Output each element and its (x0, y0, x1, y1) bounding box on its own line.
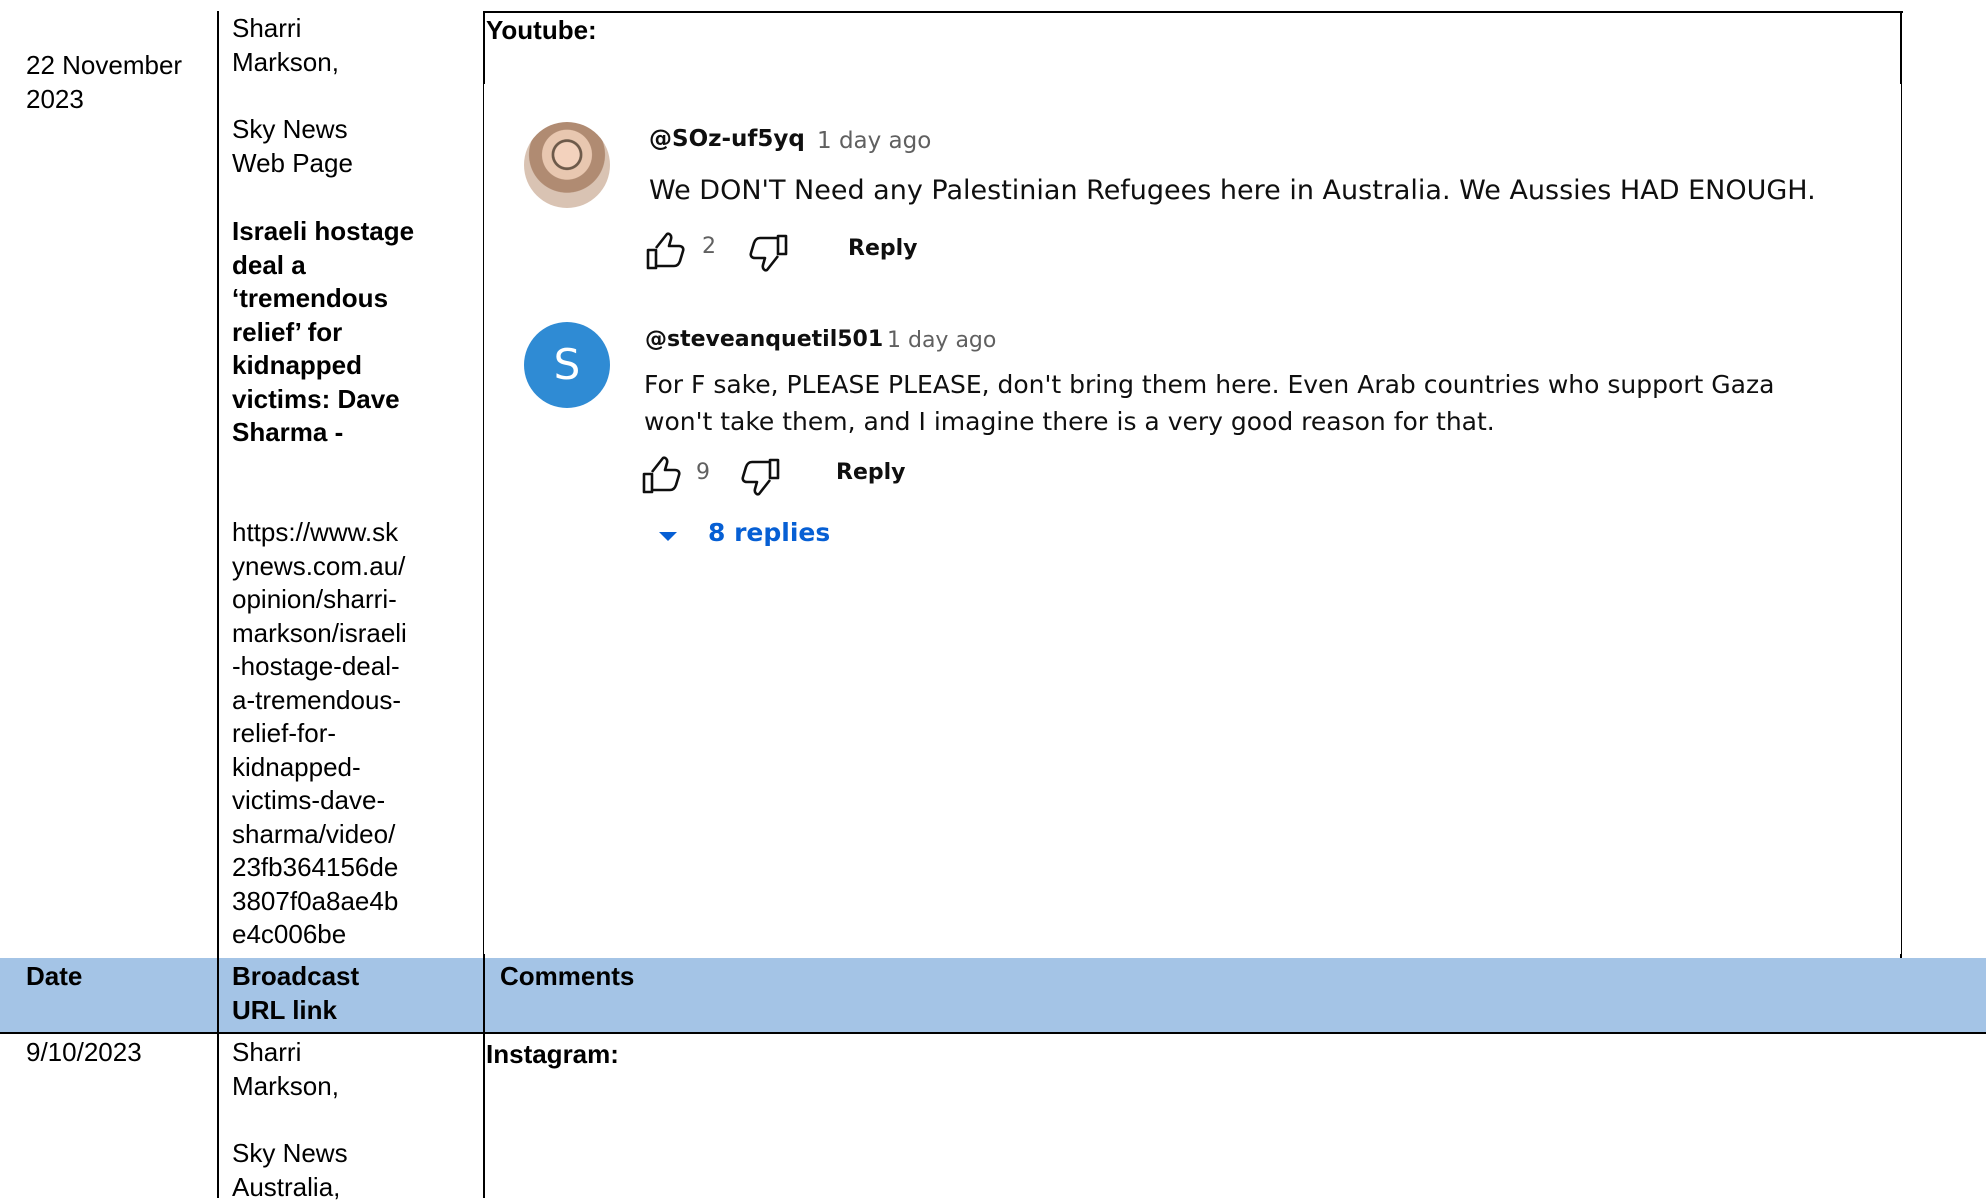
url-line: opinion/sharri- (232, 583, 477, 617)
url-line: -hostage-deal- (232, 650, 477, 684)
header-broadcast-line: URL link (232, 994, 359, 1028)
row2-outlet: Sky News Australia, (232, 1137, 348, 1204)
thumbs-down-icon[interactable] (740, 456, 782, 496)
row2-platform-label: Instagram: (486, 1038, 619, 1072)
header-broadcast-line: Broadcast (232, 960, 359, 994)
document-page: 22 November 2023 Sharri Markson, Sky New… (0, 0, 1986, 1198)
row1-outlet: Sky News Web Page (232, 113, 392, 180)
comment-handle[interactable]: @SOz-uf5yq (649, 126, 805, 152)
header-comments: Comments (500, 960, 634, 994)
row2-presenter-line: Sharri (232, 1036, 339, 1070)
url-line: relief-for- (232, 717, 477, 751)
table-header-row: Date Broadcast URL link Comments (0, 958, 1986, 1033)
row2-presenter-line: Markson, (232, 1070, 339, 1104)
row1-presenter: Sharri Markson, (232, 12, 392, 79)
comment-text: For F sake, PLEASE PLEASE, don't bring t… (644, 366, 1774, 440)
url-line: markson/israeli (232, 617, 477, 651)
reply-button[interactable]: Reply (848, 236, 918, 261)
url-line: https://www.sk (232, 516, 477, 550)
row2-date: 9/10/2023 (26, 1036, 142, 1070)
comment-text-line: won't take them, and I imagine there is … (644, 403, 1774, 440)
row1-url[interactable]: https://www.sk ynews.com.au/ opinion/sha… (232, 516, 477, 952)
row1-headline: Israeli hostage deal a ‘tremendous relie… (232, 215, 427, 450)
youtube-comments-screenshot: @SOz-uf5yq 1 day ago We DON'T Need any P… (484, 84, 1901, 954)
url-line: 23fb364156de (232, 851, 477, 885)
view-replies-button[interactable]: 8 replies (708, 518, 830, 547)
url-line: e4c006be (232, 918, 477, 952)
like-count: 2 (702, 234, 716, 259)
header-date: Date (26, 960, 82, 994)
header-divider-1 (217, 958, 219, 1033)
row2-outlet-line: Sky News (232, 1137, 348, 1171)
like-count: 9 (696, 460, 710, 485)
thumbs-down-icon[interactable] (748, 232, 790, 272)
url-line: sharma/video/ (232, 818, 477, 852)
header-divider-2 (483, 958, 485, 1033)
table-top-border (483, 11, 1903, 13)
caret-down-icon[interactable] (659, 532, 677, 541)
url-line: ynews.com.au/ (232, 550, 477, 584)
row2-outlet-line: Australia, (232, 1171, 348, 1204)
header-bottom-border (0, 1032, 1986, 1034)
url-line: kidnapped- (232, 751, 477, 785)
commenter-avatar[interactable] (524, 122, 610, 208)
url-line: a-tremendous- (232, 684, 477, 718)
row1-platform-label: Youtube: (486, 14, 597, 48)
url-line: victims-dave- (232, 784, 477, 818)
row2-presenter: Sharri Markson, (232, 1036, 339, 1103)
comment-timestamp[interactable]: 1 day ago (887, 328, 996, 353)
thumbs-up-icon[interactable] (640, 456, 682, 496)
comment-text-line: For F sake, PLEASE PLEASE, don't bring t… (644, 366, 1774, 403)
comment-timestamp[interactable]: 1 day ago (817, 128, 931, 154)
row1-date: 22 November 2023 (26, 49, 211, 116)
commenter-avatar[interactable]: S (524, 322, 610, 408)
comment-handle[interactable]: @steveanquetil501 (645, 327, 883, 352)
thumbs-up-icon[interactable] (644, 232, 686, 272)
header-broadcast: Broadcast URL link (232, 960, 359, 1027)
url-line: 3807f0a8ae4b (232, 885, 477, 919)
reply-button[interactable]: Reply (836, 460, 906, 485)
comment-text: We DON'T Need any Palestinian Refugees h… (649, 172, 1816, 209)
